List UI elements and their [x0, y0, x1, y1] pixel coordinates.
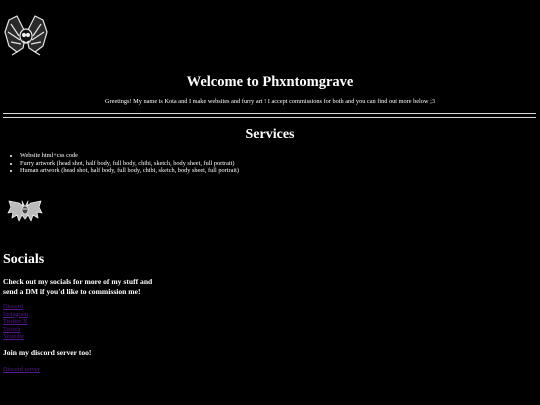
- divider-line: [3, 117, 536, 118]
- services-heading: Services: [245, 127, 295, 142]
- discord-invite-text: Join my discord server too!: [3, 348, 92, 357]
- services-list: Website html+css code Furry artwork (hea…: [11, 152, 239, 175]
- socials-heading: Socials: [3, 252, 45, 267]
- twitter-link[interactable]: Twitter/X: [3, 318, 28, 326]
- social-links-list: Discord Instagram Twitter/X Twitch Youtu…: [3, 303, 28, 341]
- intro-text: Greetings! My name is Kota and I make we…: [105, 98, 435, 105]
- instagram-link[interactable]: Instagram: [3, 311, 28, 319]
- divider-line: [3, 113, 536, 114]
- list-item: Furry artwork (head shot, half body, ful…: [20, 160, 239, 168]
- list-item: Human artwork (head shot, half body, ful…: [20, 167, 239, 175]
- twitch-link[interactable]: Twitch: [3, 326, 28, 334]
- winged-skull-icon: [4, 15, 48, 56]
- youtube-link[interactable]: Youtube: [3, 333, 28, 341]
- discord-link[interactable]: Discord: [3, 303, 28, 311]
- bat-icon: [7, 200, 43, 222]
- socials-description: Check out my socials for more of my stuf…: [3, 277, 153, 296]
- page-title: Welcome to Phxntomgrave: [186, 74, 354, 90]
- discord-server-link[interactable]: Discord server: [3, 366, 40, 374]
- list-item: Website html+css code: [20, 152, 239, 160]
